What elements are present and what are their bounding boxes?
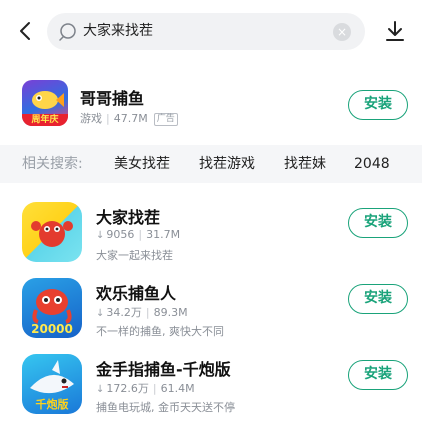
download-count-icon: ↓ <box>96 384 105 395</box>
app-icon <box>22 202 82 262</box>
search-query-text[interactable]: 大家来找茬 <box>83 22 153 41</box>
download-count-icon: ↓ <box>96 230 105 241</box>
related-search-item[interactable]: 找茬游戏 <box>199 155 255 173</box>
download-count: 34.2万 <box>106 306 142 319</box>
app-icon-caption: 千炮版 <box>35 398 69 411</box>
featured-app-icon: 周年庆 <box>22 80 68 126</box>
related-search-item[interactable]: 2048 <box>354 155 390 173</box>
app-meta: ↓ 9056 | 31.7M <box>96 228 181 241</box>
app-icon-caption: 20000 <box>31 322 73 336</box>
close-icon: × <box>336 25 348 39</box>
app-size: 47.7M <box>113 112 148 125</box>
featured-icon-caption: 周年庆 <box>31 115 59 125</box>
ad-tag: 广告 <box>153 113 178 126</box>
app-meta: ↓ 34.2万 | 89.3M <box>96 306 188 319</box>
app-description: 不一样的捕鱼, 爽快大不同 <box>96 325 224 338</box>
search-icon <box>59 23 76 41</box>
crab-icon <box>31 221 73 247</box>
download-count: 172.6万 <box>106 382 149 395</box>
install-button[interactable]: 安装 <box>348 90 408 120</box>
featured-app-title: 哥哥捕鱼 <box>80 89 145 108</box>
install-button[interactable]: 安装 <box>348 208 408 238</box>
download-count: 9056 <box>106 228 135 241</box>
download-count-icon: ↓ <box>96 308 105 319</box>
app-description: 大家一起来找茬 <box>96 249 173 262</box>
app-description: 捕鱼电玩城, 金币天天送不停 <box>96 401 235 414</box>
app-icon: 20000 <box>22 278 82 338</box>
back-arrow-icon[interactable] <box>14 19 38 43</box>
app-icon: 千炮版 <box>22 354 82 414</box>
related-searches-label: 相关搜索: <box>22 156 83 172</box>
app-meta: ↓ 172.6万 | 61.4M <box>96 382 195 395</box>
related-search-item[interactable]: 美女找茬 <box>114 155 170 173</box>
app-title: 大家找茬 <box>96 208 161 227</box>
app-size: 31.7M <box>146 228 181 241</box>
search-input[interactable]: 大家来找茬 × <box>47 13 365 50</box>
related-searches-bar: 相关搜索: 美女找茬 找茬游戏 找茬妹 2048 <box>0 145 422 183</box>
app-list-item[interactable]: 大家找茬 ↓ 9056 | 31.7M 大家一起来找茬 安装 <box>0 198 422 268</box>
featured-app-row[interactable]: 周年庆 哥哥捕鱼 游戏 | 47.7M 广告 安装 <box>0 74 422 136</box>
app-list-item[interactable]: 千炮版 金手指捕鱼-千炮版 ↓ 172.6万 | 61.4M 捕鱼电玩城, 金币天天送… <box>0 350 422 420</box>
download-icon[interactable] <box>384 19 406 43</box>
app-title: 欢乐捕鱼人 <box>96 284 177 303</box>
app-list-item[interactable]: 20000 欢乐捕鱼人 ↓ 34.2万 | 89.3M 不一样的捕鱼, 爽快大不同 安… <box>0 274 422 344</box>
top-bar: 大家来找茬 × <box>0 0 422 62</box>
related-search-item[interactable]: 找茬妹 <box>284 155 326 173</box>
install-button[interactable]: 安装 <box>348 360 408 390</box>
featured-app-meta: 游戏 | 47.7M 广告 <box>80 110 178 126</box>
clear-search-button[interactable]: × <box>333 23 351 41</box>
app-title: 金手指捕鱼-千炮版 <box>96 360 231 379</box>
install-button[interactable]: 安装 <box>348 284 408 314</box>
app-category: 游戏 <box>80 112 102 125</box>
app-size: 89.3M <box>153 306 188 319</box>
app-size: 61.4M <box>160 382 195 395</box>
